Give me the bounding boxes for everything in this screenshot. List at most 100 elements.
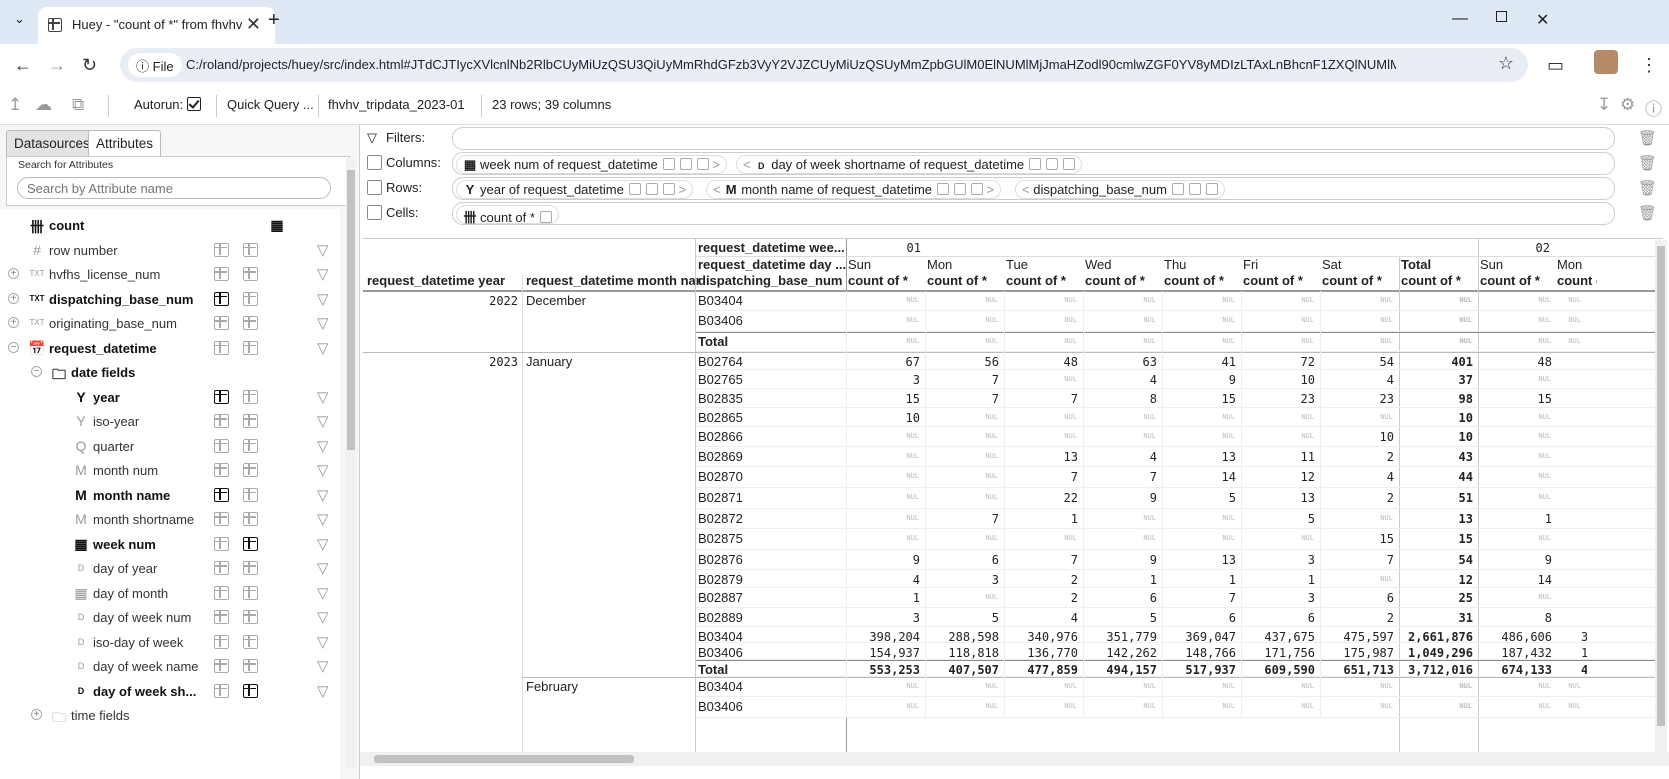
attribute-item[interactable]: # row number ▽ — [0, 239, 340, 263]
add-to-filters-icon[interactable]: ▽ — [317, 657, 329, 675]
row-header-year[interactable]: request_datetime year — [367, 272, 522, 290]
download-icon[interactable]: ↧ — [1597, 95, 1611, 115]
move-axis-icon[interactable] — [954, 183, 966, 195]
week-header[interactable]: 01 — [848, 239, 921, 257]
attribute-item[interactable]: Yyear ▽ — [0, 386, 340, 410]
pivot-horizontal-scrollbar[interactable] — [360, 752, 1669, 766]
add-to-rows-icon[interactable] — [214, 414, 229, 428]
attribute-item[interactable]: + 🗀 time fields — [0, 704, 340, 728]
attribute-item[interactable]: Dday of week name ▽ — [0, 655, 340, 679]
tab-attributes[interactable]: Attributes — [88, 130, 162, 156]
close-tab-icon[interactable]: ✕ — [246, 14, 261, 35]
move-axis-icon[interactable] — [679, 158, 692, 170]
remove-item-icon[interactable] — [662, 183, 675, 195]
column-item-week-num[interactable]: ▦ week num of request_datetime > — [456, 155, 727, 174]
add-to-rows-icon[interactable] — [214, 536, 229, 551]
bookmark-star-icon[interactable]: ☆ — [1498, 53, 1514, 74]
browser-tab[interactable]: Huey - "count of *" from fhvhv_ ✕ — [38, 7, 275, 44]
address-bar[interactable]: ⓘ File C:/roland/projects/huey/src/index… — [120, 48, 1528, 82]
add-to-rows-icon[interactable] — [214, 512, 229, 526]
add-to-cells-icon[interactable]: ▦ — [268, 217, 286, 234]
remove-item-icon[interactable] — [696, 158, 709, 170]
profile-avatar[interactable] — [1594, 50, 1618, 74]
add-to-filters-icon[interactable]: ▽ — [317, 388, 329, 406]
info-circle-icon[interactable]: ⓘ — [1645, 95, 1662, 120]
cell-item-count[interactable]: 卌 count of * — [456, 205, 559, 225]
add-to-columns-icon[interactable] — [243, 487, 258, 502]
move-right-icon[interactable]: > — [987, 182, 995, 197]
add-to-columns-icon[interactable] — [243, 414, 258, 428]
new-tab-icon[interactable]: + — [268, 9, 280, 32]
add-to-rows-icon[interactable] — [214, 585, 229, 600]
add-to-columns-icon[interactable] — [243, 585, 258, 600]
row-item-month-name[interactable]: < Mmonth name of request_datetime > — [706, 180, 1002, 199]
add-to-columns-icon[interactable] — [243, 463, 258, 477]
move-right-icon[interactable]: > — [678, 182, 686, 197]
site-info-chip[interactable]: ⓘ File — [128, 53, 182, 77]
add-to-columns-icon[interactable] — [243, 512, 258, 526]
add-to-rows-icon[interactable] — [214, 438, 229, 453]
quick-query-menu[interactable]: Quick Query ... — [227, 97, 314, 112]
add-to-filters-icon[interactable]: ▽ — [317, 584, 329, 602]
extensions-icon[interactable]: ▭ — [1547, 55, 1564, 76]
add-to-rows-icon[interactable] — [214, 561, 229, 575]
move-left-icon[interactable]: < — [713, 182, 721, 197]
filters-dropzone[interactable] — [452, 127, 1615, 150]
scrollbar-thumb[interactable] — [347, 170, 355, 450]
add-to-filters-icon[interactable]: ▽ — [317, 486, 329, 504]
rows-dropzone[interactable]: Yyear of request_datetime > < Mmonth nam… — [452, 177, 1615, 200]
add-to-columns-icon[interactable] — [243, 340, 258, 355]
move-axis-icon[interactable] — [645, 183, 658, 195]
pivot-vertical-scrollbar[interactable] — [1655, 240, 1667, 752]
add-to-columns-icon[interactable] — [243, 389, 258, 404]
browser-menu-icon[interactable]: ⋮ — [1640, 55, 1658, 76]
add-to-columns-icon[interactable] — [243, 242, 258, 257]
add-to-rows-icon[interactable] — [214, 316, 229, 330]
sidebar-scrollbar[interactable] — [346, 158, 356, 768]
attribute-item[interactable]: + TXT dispatching_base_num ▽ — [0, 288, 340, 312]
remove-item-icon[interactable] — [539, 211, 552, 223]
attribute-item[interactable]: Diso-day of week ▽ — [0, 631, 340, 655]
reload-icon[interactable]: ↻ — [82, 55, 97, 76]
add-to-columns-icon[interactable] — [243, 659, 258, 673]
clear-columns-icon[interactable]: 🗑 — [1638, 154, 1657, 172]
move-axis-icon[interactable] — [1188, 183, 1201, 195]
add-to-filters-icon[interactable]: ▽ — [317, 412, 329, 430]
remove-item-icon[interactable] — [1063, 158, 1076, 170]
column-item-day-of-week[interactable]: < Dday of week shortname of request_date… — [736, 155, 1083, 174]
add-to-rows-icon[interactable] — [214, 340, 229, 355]
expand-toggle-icon[interactable]: + — [8, 317, 19, 328]
add-to-columns-icon[interactable] — [243, 438, 258, 453]
add-to-filters-icon[interactable]: ▽ — [317, 461, 329, 479]
axis-toggle-icon[interactable] — [1029, 158, 1042, 170]
copy-icon[interactable]: ⧉ — [72, 95, 84, 115]
attribute-item[interactable]: Mmonth name ▽ — [0, 484, 340, 508]
axis-toggle-icon[interactable] — [628, 183, 641, 195]
attribute-item[interactable]: ▦ day of month ▽ — [0, 582, 340, 606]
autorun-checkbox[interactable] — [187, 97, 202, 111]
add-to-rows-icon[interactable] — [214, 389, 229, 404]
add-to-columns-icon[interactable] — [243, 634, 258, 649]
clear-cells-icon[interactable]: 🗑 — [1638, 204, 1657, 222]
add-to-columns-icon[interactable] — [243, 536, 258, 551]
row-header-base[interactable]: dispatching_base_num — [698, 272, 846, 290]
add-to-filters-icon[interactable]: ▽ — [317, 633, 329, 651]
move-right-icon[interactable]: > — [712, 157, 720, 172]
remove-item-icon[interactable] — [1205, 183, 1218, 195]
add-to-filters-icon[interactable]: ▽ — [317, 265, 329, 283]
move-axis-icon[interactable] — [1046, 158, 1059, 170]
add-to-rows-icon[interactable] — [214, 267, 229, 281]
attribute-item[interactable]: Dday of year ▽ — [0, 557, 340, 581]
add-to-columns-icon[interactable] — [243, 610, 258, 624]
add-to-filters-icon[interactable]: ▽ — [317, 339, 329, 357]
move-left-icon[interactable]: < — [1022, 182, 1030, 197]
expand-toggle-icon[interactable]: + — [8, 268, 19, 279]
attribute-item[interactable]: − 📅 request_datetime ▽ — [0, 337, 340, 361]
attribute-item[interactable]: Yiso-year ▽ — [0, 410, 340, 434]
expand-toggle-icon[interactable]: + — [8, 292, 19, 304]
move-left-icon[interactable]: < — [743, 157, 751, 172]
minimize-icon[interactable]: — — [1452, 10, 1468, 28]
add-to-filters-icon[interactable]: ▽ — [317, 608, 329, 626]
attribute-item[interactable]: ▦ week num ▽ — [0, 533, 340, 557]
settings-gear-icon[interactable]: ⚙ — [1620, 95, 1635, 115]
